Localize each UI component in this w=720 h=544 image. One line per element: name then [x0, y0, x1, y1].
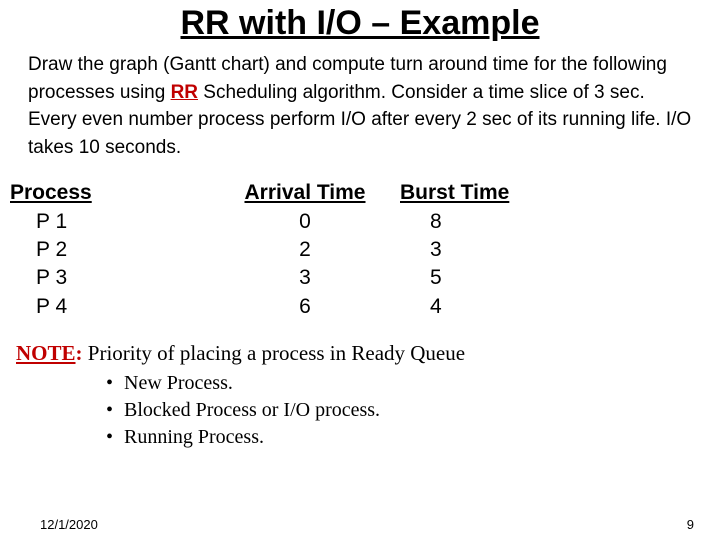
- table-row: P 1 0 8: [10, 208, 710, 236]
- cell-burst: 8: [400, 208, 540, 236]
- table-row: P 2 2 3: [10, 236, 710, 264]
- slide-title: RR with I/O – Example: [0, 4, 720, 43]
- cell-burst: 4: [400, 293, 540, 321]
- footer-date: 12/1/2020: [40, 517, 98, 532]
- bullet-icon: •: [106, 399, 124, 422]
- bullet-text: New Process.: [124, 372, 233, 394]
- col-header-burst: Burst Time: [400, 179, 540, 207]
- cell-process: P 4: [10, 293, 210, 321]
- table-row: P 3 3 5: [10, 264, 710, 292]
- bullet-icon: •: [106, 372, 124, 395]
- prompt-rr-highlight: RR: [171, 82, 198, 103]
- note-bullet-list: •New Process. •Blocked Process or I/O pr…: [16, 372, 704, 449]
- note-text: Priority of placing a process in Ready Q…: [83, 341, 466, 365]
- list-item: •New Process.: [106, 372, 704, 395]
- list-item: •Blocked Process or I/O process.: [106, 399, 704, 422]
- cell-arrival: 2: [210, 236, 400, 264]
- bullet-text: Blocked Process or I/O process.: [124, 399, 380, 421]
- col-header-arrival: Arrival Time: [210, 179, 400, 207]
- cell-burst: 5: [400, 264, 540, 292]
- cell-process: P 2: [10, 236, 210, 264]
- cell-arrival: 0: [210, 208, 400, 236]
- note-heading-line: NOTE: Priority of placing a process in R…: [16, 341, 704, 366]
- table-row: P 4 6 4: [10, 293, 710, 321]
- note-section: NOTE: Priority of placing a process in R…: [0, 341, 720, 449]
- col-header-process: Process: [10, 179, 210, 207]
- cell-process: P 1: [10, 208, 210, 236]
- cell-arrival: 3: [210, 264, 400, 292]
- note-colon: :: [76, 341, 83, 365]
- cell-arrival: 6: [210, 293, 400, 321]
- note-label: NOTE: [16, 341, 76, 365]
- bullet-icon: •: [106, 426, 124, 449]
- footer-page-number: 9: [687, 517, 694, 532]
- table-header-row: Process Arrival Time Burst Time: [10, 179, 710, 207]
- bullet-text: Running Process.: [124, 426, 264, 448]
- cell-burst: 3: [400, 236, 540, 264]
- problem-statement: Draw the graph (Gantt chart) and compute…: [0, 51, 720, 161]
- process-table: Process Arrival Time Burst Time P 1 0 8 …: [0, 179, 720, 321]
- cell-process: P 3: [10, 264, 210, 292]
- list-item: •Running Process.: [106, 426, 704, 449]
